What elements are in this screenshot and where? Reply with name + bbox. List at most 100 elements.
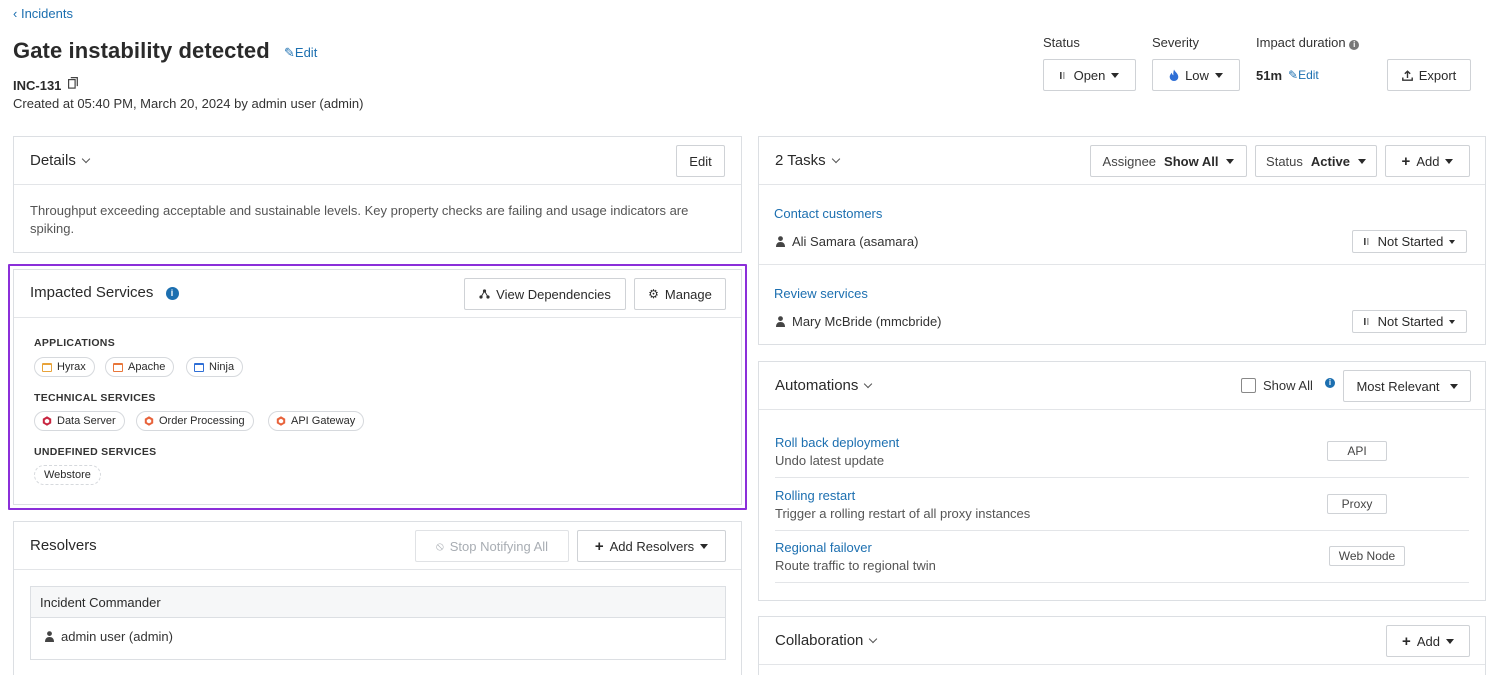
- impacted-services-panel: Impacted Services i View Dependencies ⚙ …: [13, 269, 742, 505]
- automation-tag: Proxy: [1327, 494, 1387, 514]
- impacted-services-header: Impacted Services i View Dependencies ⚙ …: [14, 270, 741, 318]
- assignee-filter[interactable]: Assignee Show All: [1090, 145, 1247, 177]
- dependencies-icon: [479, 289, 490, 299]
- gear-icon: ⚙: [648, 287, 659, 301]
- status-bars-icon: [1363, 318, 1369, 325]
- status-filter[interactable]: Status Active: [1255, 145, 1377, 177]
- pencil-icon: ✎: [284, 45, 295, 60]
- status-dropdown[interactable]: Open: [1043, 59, 1136, 91]
- user-icon: [45, 631, 54, 642]
- task-owner: Ali Samara (asamara): [776, 234, 918, 249]
- resolver-user: admin user (admin): [45, 629, 173, 644]
- impact-duration-label: Impact duration i: [1256, 35, 1360, 50]
- chevron-down-icon: [1111, 72, 1120, 78]
- chevron-down-icon: [869, 634, 878, 644]
- automation-description: Route traffic to regional twin: [775, 558, 936, 573]
- add-collaboration-button[interactable]: + Add: [1386, 625, 1470, 657]
- service-chip-data-server[interactable]: Data Server: [34, 411, 125, 431]
- service-chip-webstore[interactable]: Webstore: [34, 465, 101, 485]
- manage-button[interactable]: ⚙ Manage: [634, 278, 726, 310]
- technical-service-icon: [276, 416, 286, 426]
- severity-label: Severity: [1152, 35, 1199, 50]
- automations-panel: Automations Show All i Most Relevant Rol…: [758, 361, 1486, 601]
- chevron-down-icon: [81, 154, 91, 164]
- technical-service-icon: [144, 416, 154, 426]
- severity-dropdown[interactable]: Low: [1152, 59, 1240, 91]
- chevron-down-icon: [700, 543, 709, 549]
- chevron-down-icon: [1214, 72, 1223, 78]
- plus-icon: +: [594, 537, 604, 555]
- collaboration-title[interactable]: Collaboration: [775, 632, 878, 649]
- task-owner: Mary McBride (mmcbride): [776, 314, 942, 329]
- divider: [775, 477, 1469, 478]
- service-chip-apache[interactable]: Apache: [105, 357, 175, 377]
- automation-description: Undo latest update: [775, 453, 885, 468]
- automations-header: Automations Show All i Most Relevant: [759, 362, 1485, 410]
- page-title: Gate instability detected: [13, 38, 270, 63]
- add-resolvers-button[interactable]: + Add Resolvers: [577, 530, 726, 562]
- details-description: Throughput exceeding acceptable and sust…: [30, 203, 689, 236]
- service-chip-ninja[interactable]: Ninja: [186, 357, 244, 377]
- service-chip-order-processing[interactable]: Order Processing: [136, 411, 254, 431]
- title-edit-link[interactable]: ✎Edit: [284, 45, 317, 61]
- collaboration-panel: Collaboration + Add: [758, 616, 1486, 675]
- resolver-role: Incident Commander: [40, 595, 161, 610]
- chevron-down-icon: [1357, 158, 1366, 164]
- task-link[interactable]: Review services: [774, 286, 868, 301]
- breadcrumb-incidents[interactable]: ‹ Incidents: [13, 6, 73, 21]
- stop-notifying-button[interactable]: ⦸ Stop Notifying All: [415, 530, 569, 562]
- automation-link[interactable]: Regional failover: [775, 540, 872, 555]
- details-edit-button[interactable]: Edit: [676, 145, 725, 177]
- resolver-role-card: Incident Commander admin user (admin): [30, 586, 726, 660]
- automation-link[interactable]: Roll back deployment: [775, 435, 899, 450]
- tasks-header: 2 Tasks Assignee Show All Status Active …: [759, 137, 1485, 185]
- tasks-title[interactable]: 2 Tasks: [775, 152, 840, 169]
- chevron-down-icon: [1449, 319, 1456, 324]
- application-icon: [42, 362, 52, 372]
- service-chip-hyrax[interactable]: Hyrax: [34, 357, 95, 377]
- created-info: Created at 05:40 PM, March 20, 2024 by a…: [13, 96, 364, 111]
- divider: [775, 582, 1469, 583]
- pencil-icon: ✎: [1288, 68, 1299, 82]
- impact-duration-value: 51m: [1256, 68, 1283, 83]
- info-icon[interactable]: i: [165, 287, 179, 300]
- tasks-panel: 2 Tasks Assignee Show All Status Active …: [758, 136, 1486, 345]
- automation-link[interactable]: Rolling restart: [775, 488, 855, 503]
- chevron-down-icon: [1445, 638, 1454, 644]
- upload-icon: [1401, 69, 1413, 81]
- automation-tag: Web Node: [1329, 546, 1405, 566]
- automation-description: Trigger a rolling restart of all proxy i…: [775, 506, 1031, 521]
- divider: [759, 264, 1485, 265]
- chevron-down-icon: [864, 379, 873, 389]
- application-icon: [194, 362, 204, 372]
- chevron-down-icon: [1445, 158, 1454, 164]
- status-label: Status: [1043, 35, 1080, 50]
- export-button[interactable]: Export: [1387, 59, 1471, 91]
- status-bars-icon: [1363, 238, 1369, 245]
- details-header: Details Edit: [14, 137, 741, 185]
- bell-off-icon: ⦸: [435, 538, 444, 553]
- incident-id: INC-131: [13, 78, 62, 93]
- divider: [775, 530, 1469, 531]
- task-state-dropdown[interactable]: Not Started: [1352, 310, 1467, 333]
- task-link[interactable]: Contact customers: [774, 206, 882, 221]
- info-icon[interactable]: i: [1325, 378, 1335, 388]
- details-title[interactable]: Details: [30, 152, 91, 169]
- impact-edit-link[interactable]: ✎Edit: [1288, 68, 1319, 82]
- service-chip-api-gateway[interactable]: API Gateway: [268, 411, 365, 431]
- sort-dropdown[interactable]: Most Relevant: [1343, 370, 1471, 402]
- automation-tag: API: [1327, 441, 1387, 461]
- resolvers-title: Resolvers: [30, 537, 97, 554]
- chevron-down-icon: [1449, 239, 1456, 244]
- copy-icon[interactable]: [68, 77, 78, 89]
- resolvers-panel: Resolvers ⦸ Stop Notifying All + Add Res…: [13, 521, 742, 675]
- task-state-dropdown[interactable]: Not Started: [1352, 230, 1467, 253]
- status-bars-icon: [1059, 71, 1065, 79]
- add-task-button[interactable]: + Add: [1385, 145, 1470, 177]
- plus-icon: +: [1401, 152, 1411, 170]
- show-all-checkbox[interactable]: [1241, 378, 1256, 393]
- collaboration-header: Collaboration + Add: [759, 617, 1485, 665]
- view-dependencies-button[interactable]: View Dependencies: [464, 278, 626, 310]
- automations-title[interactable]: Automations: [775, 377, 873, 394]
- application-icon: [113, 362, 123, 372]
